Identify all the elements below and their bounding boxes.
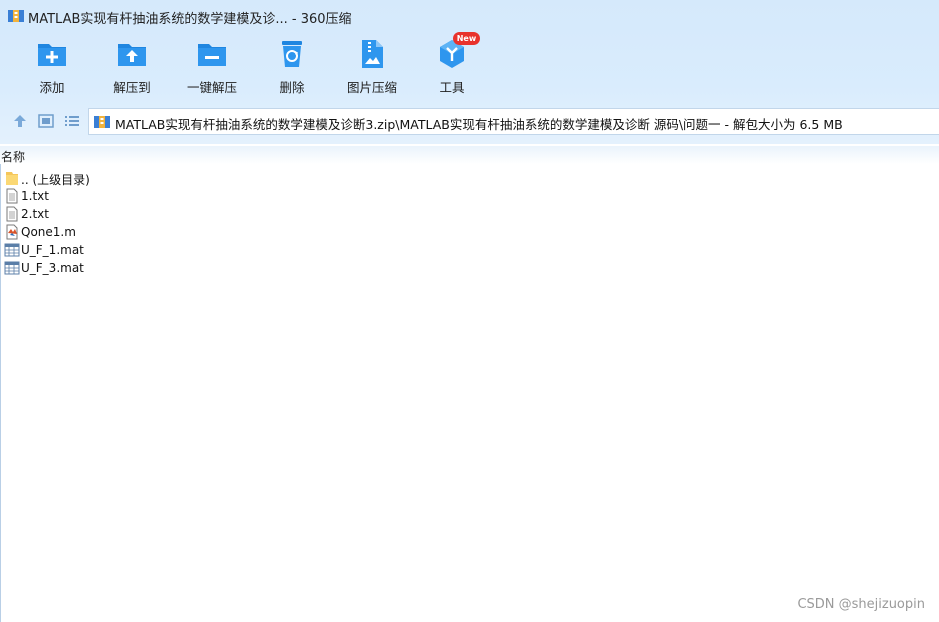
mat-data-icon (4, 243, 20, 257)
text-file-icon (6, 188, 18, 204)
file-name: 2.txt (21, 207, 49, 221)
zip-archive-icon (8, 10, 24, 22)
add-folder-icon (38, 44, 66, 66)
mat-data-icon (4, 261, 20, 275)
navigation-row: MATLAB实现有杆抽油系统的数学建模及诊断3.zip\MATLAB实现有杆抽油… (0, 106, 939, 136)
file-name: U_F_3.mat (21, 261, 84, 275)
add-button[interactable]: 添加 (16, 34, 88, 96)
watermark: CSDN @shejizuopin (797, 597, 925, 612)
one-click-extract-label: 一键解压 (186, 80, 237, 95)
delete-label: 删除 (279, 80, 305, 95)
title-bar: MATLAB实现有杆抽油系统的数学建模及诊... - 360压缩 (0, 0, 939, 32)
address-bar[interactable]: MATLAB实现有杆抽油系统的数学建模及诊断3.zip\MATLAB实现有杆抽油… (88, 108, 939, 135)
new-badge: New (453, 32, 480, 45)
address-path: MATLAB实现有杆抽油系统的数学建模及诊断3.zip\MATLAB实现有杆抽油… (115, 117, 843, 132)
file-name: 1.txt (21, 189, 49, 203)
tools-label: 工具 (439, 80, 465, 95)
image-compress-icon (362, 40, 383, 68)
up-arrow-icon[interactable] (12, 113, 28, 129)
one-click-extract-button[interactable]: 一键解压 (176, 34, 248, 96)
file-name: Qone1.m (21, 225, 76, 239)
name-column-header[interactable]: 名称 (1, 148, 25, 165)
recycle-bin-icon (282, 41, 302, 67)
extract-to-icon (118, 44, 146, 66)
file-name: .. (上级目录) (21, 173, 90, 187)
extract-to-button[interactable]: 解压到 (96, 34, 168, 96)
image-compress-label: 图片压缩 (346, 80, 397, 95)
thumbnail-view-icon[interactable] (38, 113, 54, 129)
list-item-file[interactable]: Qone1.m (3, 223, 303, 241)
list-item-parent-directory[interactable]: .. (上级目录) (3, 169, 303, 187)
list-item-file[interactable]: U_F_1.mat (3, 241, 303, 259)
extract-to-label: 解压到 (113, 80, 151, 95)
list-item-file[interactable]: 1.txt (3, 187, 303, 205)
file-list: .. (上级目录) 1.txt 2.txt Qone1.m U_F_1.mat (3, 169, 303, 277)
list-view-icon[interactable] (64, 113, 80, 129)
one-click-extract-icon (198, 44, 226, 66)
top-chrome: MATLAB实现有杆抽油系统的数学建模及诊... - 360压缩 添加 解压到 (0, 0, 939, 144)
matlab-file-icon (6, 224, 18, 240)
divider (0, 164, 1, 622)
window-title: MATLAB实现有杆抽油系统的数学建模及诊... - 360压缩 (28, 12, 352, 27)
add-label: 添加 (39, 80, 65, 95)
folder-icon (6, 172, 18, 185)
zip-archive-icon (94, 116, 110, 128)
list-item-file[interactable]: U_F_3.mat (3, 259, 303, 277)
list-item-file[interactable]: 2.txt (3, 205, 303, 223)
column-header: 名称 (0, 146, 939, 164)
file-name: U_F_1.mat (21, 243, 84, 257)
text-file-icon (6, 206, 18, 222)
delete-button[interactable]: 删除 (256, 34, 328, 96)
image-compress-button[interactable]: 图片压缩 (336, 34, 408, 96)
